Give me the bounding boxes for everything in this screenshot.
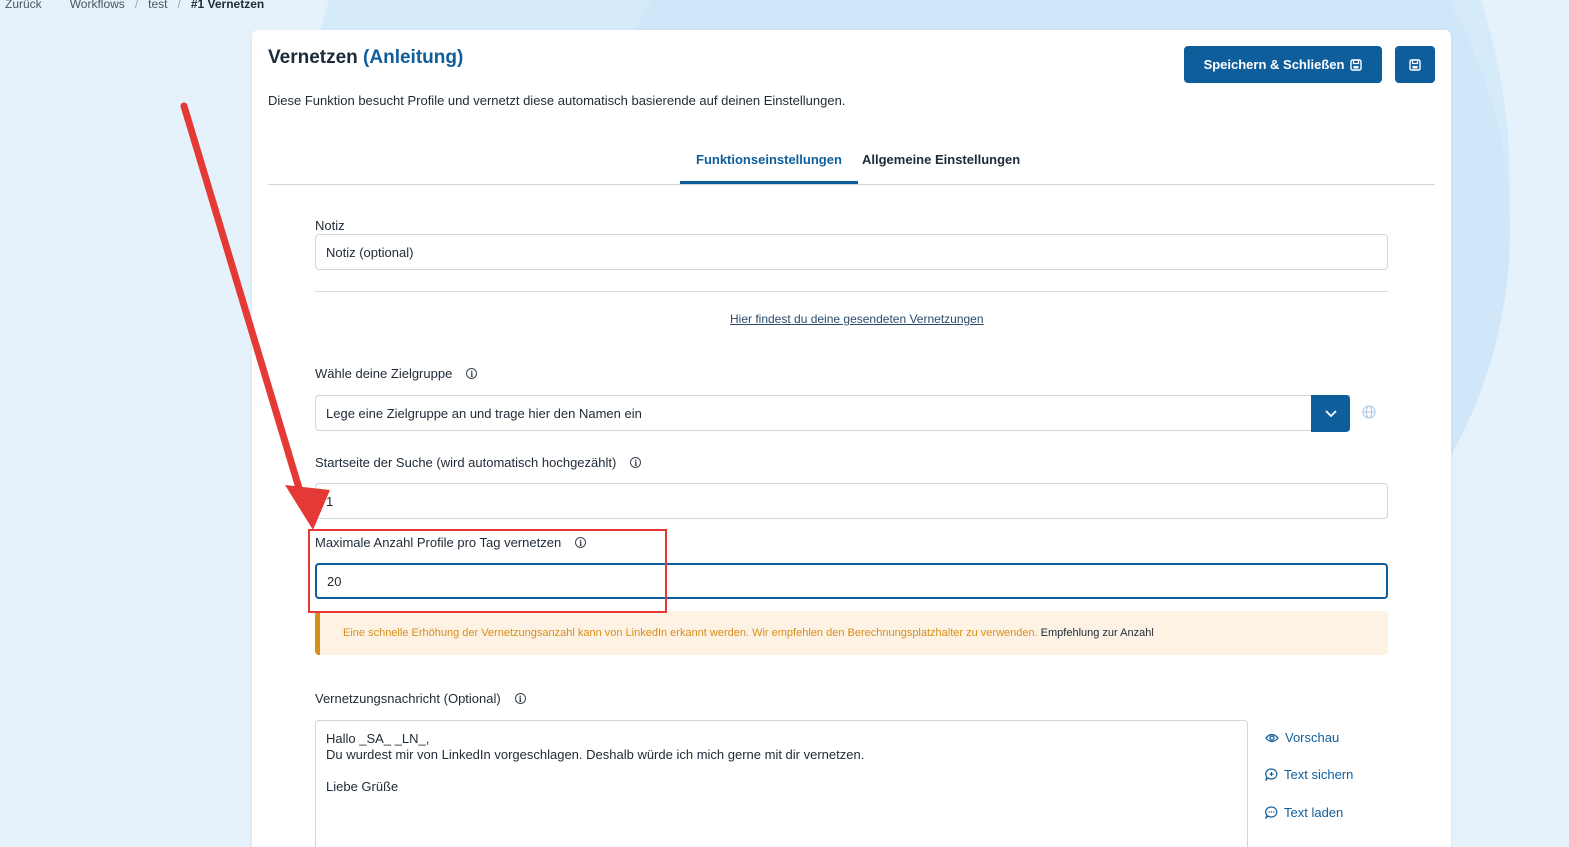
recommendation-link[interactable]: Empfehlung zur Anzahl bbox=[1041, 627, 1154, 639]
note-label-text: Notiz bbox=[315, 218, 345, 233]
warning-banner: Eine schnelle Erhöhung der Vernetzungsan… bbox=[315, 611, 1388, 655]
page-description: Diese Funktion besucht Profile und verne… bbox=[268, 93, 846, 108]
target-group-value: Lege eine Zielgruppe an und trage hier d… bbox=[326, 405, 642, 421]
breadcrumb-separator: / bbox=[177, 0, 181, 11]
page-title: Vernetzen (Anleitung) bbox=[268, 47, 463, 69]
save-icon bbox=[1350, 58, 1363, 71]
target-group-dropdown-button[interactable] bbox=[1311, 395, 1350, 432]
info-icon[interactable]: i bbox=[514, 693, 526, 704]
breadcrumb-back[interactable]: Zurück bbox=[5, 0, 42, 11]
warning-text: Eine schnelle Erhöhung der Vernetzungsan… bbox=[343, 627, 1038, 639]
breadcrumb: Zurück Workflows / test / #1 Vernetzen bbox=[5, 0, 264, 11]
start-page-label: Startseite der Suche (wird automatisch h… bbox=[315, 455, 642, 470]
message-label-text: Vernetzungsnachricht (Optional) bbox=[315, 691, 501, 706]
tab-general-settings[interactable]: Allgemeine Einstellungen bbox=[846, 152, 1036, 184]
save-text-button[interactable]: Text sichern bbox=[1265, 767, 1353, 782]
tab-bar: Funktionseinstellungen Allgemeine Einste… bbox=[268, 142, 1435, 185]
preview-button[interactable]: Vorschau bbox=[1265, 730, 1339, 745]
target-group-label: Wähle deine Zielgruppe i bbox=[315, 366, 478, 381]
guide-link[interactable]: (Anleitung) bbox=[363, 47, 463, 68]
note-placeholder: Notiz (optional) bbox=[326, 244, 414, 260]
tab-function-settings[interactable]: Funktionseinstellungen bbox=[680, 152, 858, 184]
divider bbox=[315, 291, 1388, 292]
sent-connections-link[interactable]: Hier findest du deine gesendeten Vernetz… bbox=[730, 312, 984, 326]
start-page-input[interactable]: 1 bbox=[315, 483, 1388, 519]
note-input[interactable]: Notiz (optional) bbox=[315, 234, 1388, 270]
breadcrumb-current: #1 Vernetzen bbox=[190, 0, 265, 11]
page-title-text: Vernetzen bbox=[268, 47, 358, 68]
chat-icon bbox=[1265, 806, 1278, 819]
start-page-value: 1 bbox=[326, 493, 334, 509]
load-text-label: Text laden bbox=[1284, 805, 1344, 820]
chat-plus-icon bbox=[1265, 768, 1278, 781]
settings-card: Vernetzen (Anleitung) Diese Funktion bes… bbox=[252, 30, 1451, 847]
breadcrumb-workflows[interactable]: Workflows bbox=[70, 0, 125, 11]
breadcrumb-test[interactable]: test bbox=[148, 0, 167, 11]
preview-label: Vorschau bbox=[1285, 730, 1340, 745]
save-icon bbox=[1409, 58, 1421, 71]
info-icon[interactable]: i bbox=[466, 368, 478, 379]
eye-icon bbox=[1265, 733, 1279, 742]
target-group-label-text: Wähle deine Zielgruppe bbox=[315, 366, 453, 381]
breadcrumb-separator: / bbox=[134, 0, 139, 11]
chevron-down-icon bbox=[1324, 409, 1337, 417]
info-icon[interactable]: i bbox=[630, 457, 642, 468]
target-group-select[interactable]: Lege eine Zielgruppe an und trage hier d… bbox=[315, 395, 1350, 431]
load-text-button[interactable]: Text laden bbox=[1265, 805, 1343, 820]
message-textarea[interactable]: Hallo _SA_ _LN_, Du wurdest mir von Link… bbox=[315, 720, 1248, 847]
annotation-highlight-box bbox=[308, 529, 667, 613]
note-label: Notiz bbox=[315, 218, 345, 233]
message-label: Vernetzungsnachricht (Optional) i bbox=[315, 691, 526, 706]
save-close-button[interactable]: Speichern & Schließen bbox=[1184, 46, 1382, 83]
save-button[interactable] bbox=[1395, 46, 1435, 83]
save-close-label: Speichern & Schließen bbox=[1203, 57, 1345, 72]
globe-icon[interactable] bbox=[1362, 405, 1376, 424]
start-page-label-text: Startseite der Suche (wird automatisch h… bbox=[315, 455, 617, 470]
save-text-label: Text sichern bbox=[1284, 767, 1354, 782]
